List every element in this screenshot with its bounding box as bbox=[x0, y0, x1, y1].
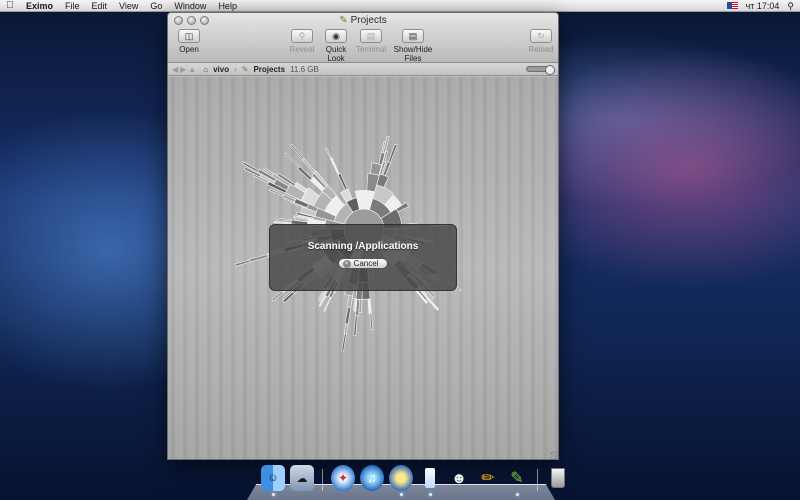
sunburst-segment[interactable] bbox=[290, 143, 305, 160]
title-bar[interactable]: ✎ Projects ◫ Open ⚲ Reveal ◉ Quick Look ▤… bbox=[168, 13, 558, 63]
path-bar: ◀▶▲ ⌂ vivo › ✎ Projects 11.6 GB bbox=[168, 63, 558, 76]
preview-icon[interactable]: ☁ bbox=[290, 465, 314, 491]
apple-icon[interactable]:  bbox=[0, 0, 20, 12]
sunburst-segment[interactable] bbox=[344, 306, 352, 325]
scanning-message: Scanning /Applications bbox=[307, 241, 419, 252]
spotlight-icon[interactable]: ⚲ bbox=[787, 0, 794, 12]
sunburst-segment[interactable] bbox=[284, 152, 301, 168]
folder-size: 11.6 GB bbox=[290, 64, 319, 74]
sunburst-view[interactable]: Scanning /Applications × Cancel bbox=[168, 77, 558, 459]
back-forward-icon[interactable]: ◀▶▲ bbox=[172, 65, 198, 74]
sunburst-segment[interactable] bbox=[339, 188, 353, 203]
path-segment-folder[interactable]: Projects bbox=[253, 65, 285, 74]
sunburst-segment[interactable] bbox=[275, 217, 292, 222]
menu-bar:  Eximo File Edit View Go Window Help чт… bbox=[0, 0, 800, 12]
robot-icon[interactable]: ☻ bbox=[447, 465, 471, 491]
menu-help[interactable]: Help bbox=[212, 0, 243, 12]
sunburst-segment[interactable] bbox=[388, 143, 398, 163]
folder-icon: ◫ bbox=[178, 29, 200, 43]
open-label: Open bbox=[179, 45, 199, 54]
milk-icon[interactable] bbox=[418, 465, 442, 496]
reveal-label: Reveal bbox=[289, 45, 315, 54]
document-icon: ▤ bbox=[402, 29, 424, 43]
reload-icon: ↻ bbox=[530, 29, 552, 43]
sunburst-segment[interactable] bbox=[337, 172, 348, 191]
show-hide-files-button[interactable]: ▤ Show/Hide Files bbox=[388, 29, 438, 63]
sunburst-segment[interactable] bbox=[369, 312, 374, 330]
menu-go[interactable]: Go bbox=[144, 0, 168, 12]
menu-view[interactable]: View bbox=[113, 0, 144, 12]
menu-window[interactable]: Window bbox=[168, 0, 212, 12]
safari-icon[interactable]: ✦ bbox=[331, 465, 355, 491]
menu-extras: чт 17:04 ⚲ bbox=[726, 0, 800, 12]
path-separator-icon: › bbox=[234, 64, 237, 74]
menu-file[interactable]: File bbox=[59, 0, 86, 12]
show-hide-files-label: Show/Hide Files bbox=[393, 45, 433, 63]
cancel-scan-button[interactable]: × Cancel bbox=[337, 258, 389, 269]
sunburst-segment[interactable] bbox=[234, 259, 251, 267]
path-segment-root[interactable]: vivo bbox=[213, 65, 229, 74]
terminal-label: Terminal bbox=[355, 45, 387, 54]
dock: ☺ ☁ ✦ ♫ ☻ ✏ ✎ bbox=[247, 462, 565, 500]
folder-brush-icon: ✎ bbox=[241, 64, 249, 74]
magnifier-icon: ⚲ bbox=[291, 29, 313, 43]
sunburst-segment[interactable] bbox=[341, 333, 347, 352]
reveal-button[interactable]: ⚲ Reveal bbox=[287, 29, 317, 54]
cancel-label: Cancel bbox=[353, 258, 379, 268]
sunburst-segment[interactable] bbox=[367, 298, 372, 314]
terminal-button[interactable]: ▤ Terminal bbox=[355, 29, 387, 54]
quick-look-button[interactable]: ◉ Quick Look bbox=[318, 29, 354, 63]
open-button[interactable]: ◫ Open bbox=[174, 29, 204, 54]
sunburst-segment[interactable] bbox=[323, 296, 332, 312]
reload-button[interactable]: ↻ Reload bbox=[526, 29, 556, 54]
zoom-slider[interactable] bbox=[526, 65, 555, 75]
green-brush-icon[interactable]: ✎ bbox=[505, 465, 529, 496]
terminal-icon: ▤ bbox=[360, 29, 382, 43]
menu-edit[interactable]: Edit bbox=[86, 0, 114, 12]
menu-app-name[interactable]: Eximo bbox=[20, 0, 59, 12]
window-title-text: Projects bbox=[350, 15, 387, 26]
sunburst-segment[interactable] bbox=[346, 295, 354, 308]
home-icon: ⌂ bbox=[203, 64, 209, 74]
reload-label: Reload bbox=[528, 45, 554, 54]
dock-separator bbox=[322, 469, 323, 491]
window-title: ✎ Projects bbox=[168, 15, 558, 26]
trash-icon[interactable] bbox=[546, 465, 570, 491]
us-flag-icon[interactable] bbox=[726, 2, 738, 9]
sunburst-segment[interactable] bbox=[353, 315, 358, 336]
sunburst-segment[interactable] bbox=[329, 157, 340, 175]
resize-handle[interactable] bbox=[550, 451, 558, 459]
scanning-overlay: Scanning /Applications × Cancel bbox=[269, 224, 457, 291]
finder-icon[interactable]: ☺ bbox=[261, 465, 285, 496]
sunburst-segment[interactable] bbox=[271, 290, 284, 302]
eye-icon: ◉ bbox=[325, 29, 347, 43]
folder-brush-icon: ✎ bbox=[339, 15, 348, 26]
sunburst-segment[interactable] bbox=[249, 254, 269, 263]
disk-icon[interactable] bbox=[389, 465, 413, 496]
eximo-window: ✎ Projects ◫ Open ⚲ Reveal ◉ Quick Look ▤… bbox=[167, 12, 559, 460]
stop-icon: × bbox=[342, 259, 351, 268]
sunburst-segment[interactable] bbox=[325, 147, 332, 159]
itunes-icon[interactable]: ♫ bbox=[360, 465, 384, 491]
dock-separator bbox=[537, 469, 538, 491]
pencil-icon[interactable]: ✏ bbox=[476, 465, 500, 491]
quick-look-label: Quick Look bbox=[325, 45, 347, 63]
sunburst-segment[interactable] bbox=[343, 323, 349, 335]
dock-items: ☺ ☁ ✦ ♫ ☻ ✏ ✎ bbox=[261, 465, 570, 496]
menu-clock[interactable]: чт 17:04 bbox=[746, 0, 780, 12]
